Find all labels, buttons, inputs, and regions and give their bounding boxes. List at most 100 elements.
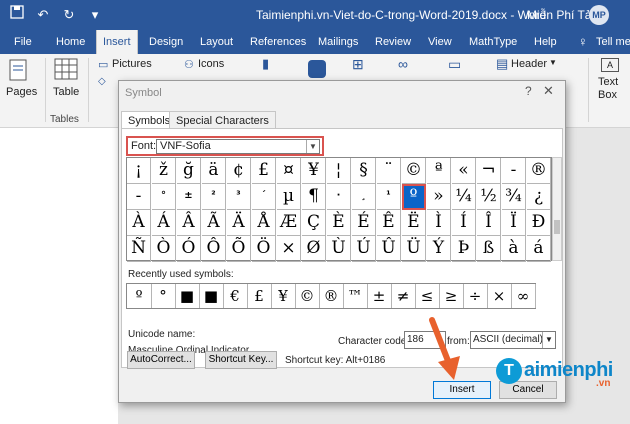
symbol-cell[interactable]: à (502, 236, 526, 262)
symbol-cell[interactable]: ğ (177, 158, 201, 184)
symbol-cell[interactable]: ¤ (277, 158, 301, 184)
undo-icon[interactable]: ↶ (32, 5, 54, 25)
autocorrect-button[interactable]: AutoCorrect... (127, 351, 195, 369)
symbol-cell[interactable]: ¡ (127, 158, 151, 184)
symbol-cell[interactable]: Á (152, 210, 176, 236)
recent-symbol-cell[interactable]: € (223, 284, 248, 308)
symbol-cell[interactable]: Ý (427, 236, 451, 262)
document-page[interactable] (0, 128, 118, 424)
symbol-cell[interactable]: ¢ (227, 158, 251, 184)
tab-help[interactable]: Help (534, 30, 557, 54)
symbol-cell[interactable]: ® (527, 158, 551, 184)
symbol-cell[interactable]: ³ (227, 184, 251, 210)
symbol-cell[interactable]: Ø (302, 236, 326, 262)
recent-symbol-cell[interactable]: ≤ (415, 284, 440, 308)
symbol-cell[interactable]: ß (477, 236, 501, 262)
symbol-cell[interactable]: § (352, 158, 376, 184)
recent-symbol-cell[interactable]: ¥ (271, 284, 296, 308)
symbol-cell[interactable]: × (277, 236, 301, 262)
tab-file[interactable]: File (14, 30, 32, 54)
pages-button[interactable]: Pages (6, 86, 37, 98)
symbol-cell[interactable]: Ó (177, 236, 201, 262)
symbol-cell[interactable]: ¶ (302, 184, 326, 210)
symbol-cell[interactable]: Ü (402, 236, 426, 262)
symbol-cell[interactable]: Ò (152, 236, 176, 262)
tab-review[interactable]: Review (375, 30, 411, 54)
table-button[interactable]: Table (53, 86, 79, 98)
symbol-cell[interactable]: Ï (502, 210, 526, 236)
symbol-cell[interactable]: ° (152, 184, 176, 210)
symbol-cell[interactable]: Ú (352, 236, 376, 262)
recent-symbol-cell[interactable]: ± (367, 284, 392, 308)
tab-view[interactable]: View (428, 30, 452, 54)
symbol-cell[interactable]: ž (152, 158, 176, 184)
symbol-cell[interactable]: Ä (227, 210, 251, 236)
store-icon[interactable] (308, 60, 326, 78)
pictures-button[interactable]: Pictures (112, 58, 152, 70)
tab-layout[interactable]: Layout (200, 30, 233, 54)
symbol-cell[interactable]: Þ (452, 236, 476, 262)
recent-symbol-cell[interactable]: ÷ (463, 284, 488, 308)
symbol-cell[interactable]: - (127, 184, 151, 210)
symbol-cell[interactable]: Í (452, 210, 476, 236)
symbol-cell[interactable]: º (402, 184, 426, 210)
symbol-cell[interactable]: » (427, 184, 451, 210)
symbol-cell[interactable]: ½ (477, 184, 501, 210)
tab-mailings[interactable]: Mailings (318, 30, 358, 54)
symbol-cell[interactable]: Ë (402, 210, 426, 236)
symbol-cell[interactable]: ² (202, 184, 226, 210)
text-box-button[interactable]: Text Box (598, 76, 624, 102)
symbol-cell[interactable]: ¹ (377, 184, 401, 210)
recent-symbol-cell[interactable]: º (127, 284, 152, 308)
font-dropdown[interactable]: VNF-Sofia ▼ (156, 139, 320, 154)
from-dropdown[interactable]: ASCII (decimal) ▼ (470, 331, 556, 349)
scrollbar-thumb[interactable] (554, 220, 560, 234)
symbol-cell[interactable]: È (327, 210, 351, 236)
symbol-cell[interactable]: Ù (327, 236, 351, 262)
grid-scrollbar[interactable] (552, 157, 562, 261)
symbol-cell[interactable]: Â (177, 210, 201, 236)
symbol-cell[interactable]: Õ (227, 236, 251, 262)
symbol-cell[interactable]: Ô (202, 236, 226, 262)
symbol-cell[interactable]: · (327, 184, 351, 210)
recent-symbol-cell[interactable]: ≠ (391, 284, 416, 308)
comment-icon[interactable]: ▭ (448, 56, 461, 73)
recent-symbol-cell[interactable]: ® (319, 284, 344, 308)
icons-button[interactable]: Icons (198, 58, 224, 70)
symbol-cell[interactable]: Ì (427, 210, 451, 236)
tab-special-characters[interactable]: Special Characters (169, 111, 276, 129)
recent-symbol-cell[interactable]: £ (247, 284, 272, 308)
recent-symbol-cell[interactable]: ° (151, 284, 176, 308)
symbol-cell[interactable]: É (352, 210, 376, 236)
customize-icon[interactable]: ▾ (84, 5, 106, 25)
symbol-cell[interactable]: Ã (202, 210, 226, 236)
symbol-cell[interactable]: Æ (277, 210, 301, 236)
redo-icon[interactable]: ↻ (58, 5, 80, 25)
symbol-cell[interactable]: Ñ (127, 236, 151, 262)
symbol-cell[interactable]: ä (202, 158, 226, 184)
symbol-cell[interactable]: - (502, 158, 526, 184)
link-icon[interactable]: ∞ (398, 56, 408, 72)
recent-symbol-cell[interactable]: ≥ (439, 284, 464, 308)
symbol-cell[interactable]: ¨ (377, 158, 401, 184)
close-icon[interactable]: ✕ (543, 83, 554, 99)
avatar[interactable]: MP (589, 5, 609, 25)
recent-symbol-cell[interactable]: ∞ (511, 284, 536, 308)
symbol-cell[interactable]: Î (477, 210, 501, 236)
user-name[interactable]: Miễn Phí Tải (527, 8, 594, 22)
symbol-cell[interactable]: µ (277, 184, 301, 210)
wikipedia-icon[interactable]: ⊞ (352, 56, 364, 73)
recent-symbol-cell[interactable]: × (487, 284, 512, 308)
symbol-cell[interactable]: ¸ (352, 184, 376, 210)
recent-symbol-cell[interactable]: ■ (175, 284, 200, 308)
recent-symbol-cell[interactable]: ■ (199, 284, 224, 308)
symbol-cell[interactable]: ¼ (452, 184, 476, 210)
symbol-cell[interactable]: Û (377, 236, 401, 262)
symbol-cell[interactable]: « (452, 158, 476, 184)
symbol-cell[interactable]: À (127, 210, 151, 236)
symbol-cell[interactable]: ´ (252, 184, 276, 210)
recent-symbol-cell[interactable]: © (295, 284, 320, 308)
tab-references[interactable]: References (250, 30, 306, 54)
symbol-cell[interactable]: ¾ (502, 184, 526, 210)
symbol-cell[interactable]: © (402, 158, 426, 184)
